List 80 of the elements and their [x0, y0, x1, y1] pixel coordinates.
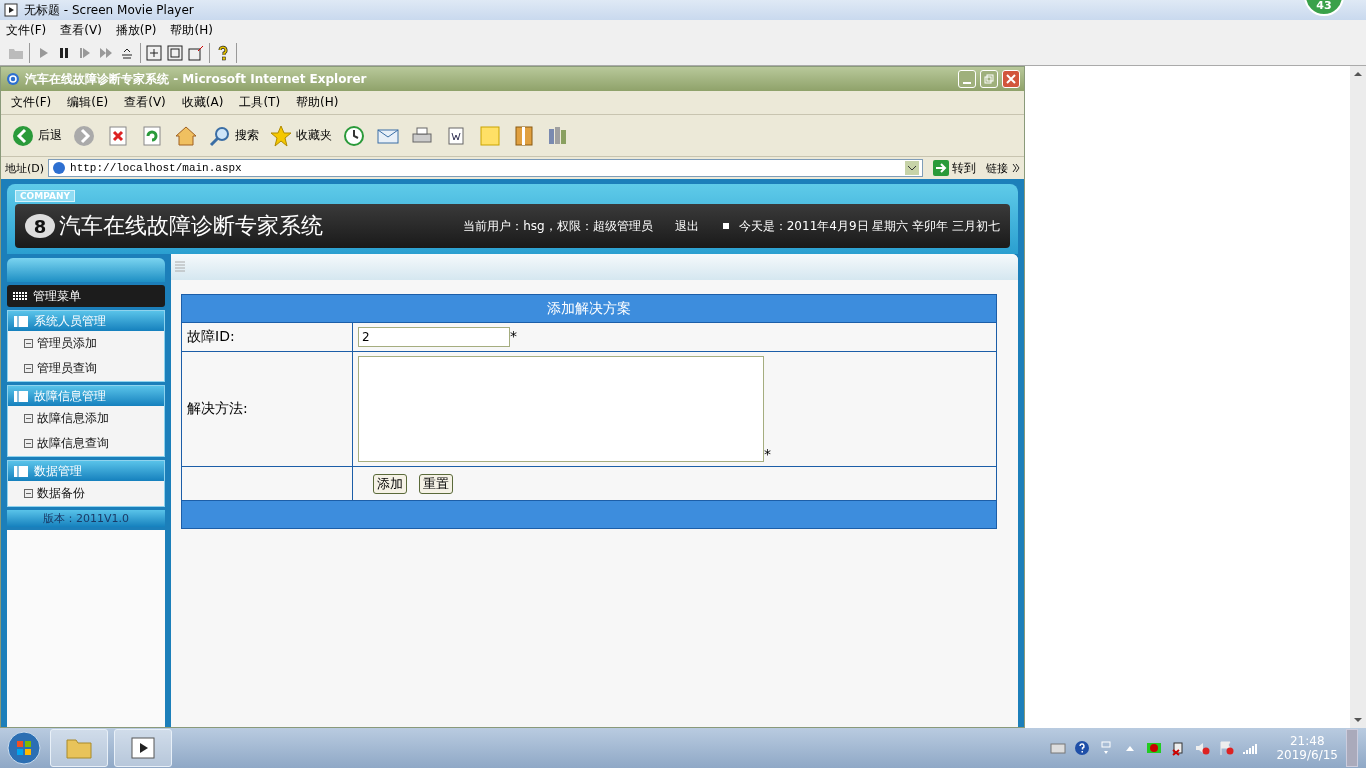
globe-icon — [52, 161, 67, 175]
chevron-icon[interactable] — [1012, 163, 1020, 173]
menu-item[interactable]: 查看(V) — [60, 21, 102, 39]
address-field[interactable]: http://localhost/main.aspx — [48, 159, 923, 177]
menu-link[interactable]: 管理员添加 — [8, 331, 164, 356]
site-title: 汽车在线故障诊断专家系统 — [59, 212, 323, 240]
form-title: 添加解决方案 — [181, 294, 997, 323]
window-title: 无标题 - Screen Movie Player — [24, 1, 194, 19]
menu-item[interactable]: 查看(V) — [124, 94, 166, 111]
required-mark: * — [510, 328, 517, 344]
menu-item[interactable]: 收藏(A) — [181, 94, 224, 111]
text-area[interactable] — [358, 356, 764, 462]
restore-icon — [984, 74, 994, 84]
close-button[interactable] — [1002, 70, 1020, 88]
arrow-icon — [933, 160, 949, 176]
menu-item[interactable]: 帮助(H) — [296, 94, 339, 111]
menu-link[interactable]: 管理员查询 — [8, 356, 164, 381]
square-icon — [24, 339, 33, 348]
field-label: 解决方法: — [181, 351, 353, 467]
form-button[interactable]: 重置 — [419, 473, 453, 494]
scrollbar[interactable] — [1350, 66, 1366, 728]
counter-badge: 43 — [1304, 0, 1344, 16]
close-icon — [1006, 74, 1016, 84]
date-text: 今天是：2011年4月9日 星期六 辛卯年 三月初七 — [738, 217, 1000, 235]
help-icon[interactable] — [1074, 740, 1091, 756]
fit-icon[interactable] — [146, 44, 162, 61]
start-button[interactable] — [4, 729, 44, 767]
menu-link[interactable]: 数据备份 — [8, 481, 164, 506]
menu-item[interactable]: 文件(F) — [6, 21, 47, 39]
folder-icon — [65, 736, 93, 760]
taskbar-app[interactable] — [114, 729, 172, 767]
window-icon[interactable] — [167, 44, 183, 61]
text-field[interactable]: 2 — [358, 327, 510, 347]
book-icon — [14, 465, 28, 477]
menu-item[interactable]: 编辑(E) — [67, 94, 109, 111]
resize-icon[interactable] — [188, 44, 204, 61]
square-icon — [24, 414, 33, 423]
form-button[interactable]: 添加 — [373, 473, 407, 494]
book-icon — [14, 390, 28, 402]
minimize-icon — [963, 81, 971, 84]
minimize-button[interactable] — [958, 70, 976, 88]
keyboard-icon[interactable] — [1050, 740, 1067, 756]
back-button[interactable]: 后退 — [9, 121, 64, 150]
company-label: COMPANY — [15, 190, 75, 202]
dropdown-icon[interactable] — [905, 161, 919, 175]
links-label[interactable]: 链接 — [986, 160, 1008, 176]
menu-link[interactable]: 故障信息添加 — [8, 406, 164, 431]
go-button[interactable]: 转到 — [927, 158, 982, 178]
square-icon — [24, 364, 33, 373]
logo: 8 — [25, 214, 55, 238]
player-icon — [129, 736, 157, 760]
player-icon — [4, 3, 18, 17]
square-icon — [722, 223, 729, 229]
logout-link[interactable]: 退出 — [674, 217, 699, 235]
version-bar: 版本：2011V1.0 — [7, 510, 165, 527]
menu-title: 管理菜单 — [7, 285, 165, 307]
browser-title: 汽车在线故障诊断专家系统 - Microsoft Internet Explorer — [25, 70, 368, 88]
menu-item[interactable]: 文件(F) — [11, 94, 52, 111]
address-label: 地址(D) — [5, 160, 45, 176]
user-info: 当前用户：hsg，权限：超级管理员 — [463, 217, 653, 235]
star-icon — [269, 123, 293, 148]
grip-icon[interactable] — [175, 260, 185, 274]
star-button[interactable]: 收藏夹 — [267, 121, 334, 150]
browser-icon — [5, 71, 21, 87]
grid-icon — [13, 291, 27, 301]
taskbar-app[interactable] — [50, 729, 108, 767]
square-icon — [24, 439, 33, 448]
square-icon — [24, 489, 33, 498]
back-icon — [11, 123, 35, 148]
menu-item[interactable]: 播放(P) — [115, 21, 157, 39]
flag-icon[interactable] — [1218, 740, 1235, 756]
search-button[interactable]: 搜索 — [206, 121, 261, 150]
required-mark: * — [764, 446, 771, 462]
book-icon — [14, 315, 28, 327]
menu-item[interactable]: 帮助(H) — [170, 21, 213, 39]
field-label: 故障ID: — [181, 322, 353, 352]
muted-speaker-icon[interactable] — [1194, 740, 1211, 756]
menu-link[interactable]: 故障信息查询 — [8, 431, 164, 456]
menu-item[interactable]: 工具(T) — [239, 94, 281, 111]
restore-button[interactable] — [980, 70, 998, 88]
